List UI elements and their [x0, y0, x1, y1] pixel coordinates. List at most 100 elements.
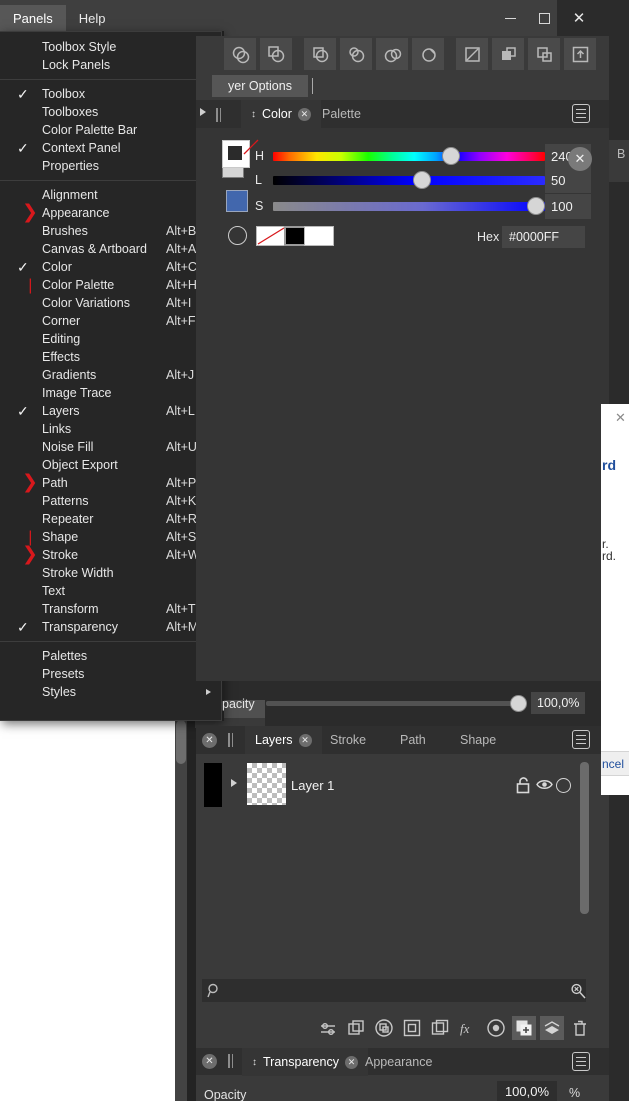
mask-icon[interactable]: [372, 1016, 396, 1040]
menu-item-links[interactable]: Links: [0, 420, 221, 438]
floating-close-icon[interactable]: ✕: [568, 147, 592, 171]
menu-item-repeater[interactable]: Repeater Alt+R: [0, 510, 221, 528]
tab-shape[interactable]: Shape: [450, 726, 506, 754]
lightness-slider-thumb[interactable]: [412, 171, 431, 189]
menu-item-effects[interactable]: Effects: [0, 348, 221, 366]
menu-item-transform[interactable]: Transform Alt+T: [0, 600, 221, 618]
tab-transparency[interactable]: ↕ Transparency ✕: [242, 1048, 368, 1076]
menu-item-gradients[interactable]: Gradients Alt+J: [0, 366, 221, 384]
chevron-right-icon[interactable]: [200, 108, 206, 116]
lightness-value-field[interactable]: 50: [545, 168, 591, 193]
menu-help[interactable]: Help: [66, 5, 119, 31]
export-icon[interactable]: [564, 38, 596, 70]
exclude-icon[interactable]: [340, 38, 372, 70]
bring-forward-icon[interactable]: [492, 38, 524, 70]
transparency-panel-close-icon[interactable]: ✕: [202, 1054, 217, 1069]
fx-icon[interactable]: fx: [456, 1016, 480, 1040]
unite-icon[interactable]: [224, 38, 256, 70]
layer-thumbnail[interactable]: [247, 763, 286, 805]
eye-visible-icon[interactable]: [536, 778, 553, 791]
tab-color-close-icon[interactable]: ✕: [297, 107, 311, 121]
menu-item-patterns[interactable]: Patterns Alt+K: [0, 492, 221, 510]
menu-item-color[interactable]: ✓ Color Alt+C: [0, 258, 221, 276]
menu-item-color-palette[interactable]: ❘ Color Palette Alt+H: [0, 276, 221, 294]
document-canvas[interactable]: [0, 718, 196, 1101]
tab-layers-close-icon[interactable]: ✕: [298, 733, 312, 747]
menu-item-stroke[interactable]: ❯ Stroke Alt+W: [0, 545, 221, 564]
none-swatch[interactable]: [256, 226, 286, 246]
adjustment-icon[interactable]: [484, 1016, 508, 1040]
unlock-icon[interactable]: [515, 777, 531, 794]
menu-item-stroke-width[interactable]: Stroke Width: [0, 564, 221, 582]
tab-color[interactable]: ↕ Color ✕: [241, 100, 321, 128]
menu-item-presets[interactable]: Presets: [0, 665, 221, 683]
panels-dropdown-menu[interactable]: Toolbox Style Lock Panels ✓ Toolbox Toolboxe…: [0, 31, 222, 721]
menu-item-noise-fill[interactable]: Noise Fill Alt+U: [0, 438, 221, 456]
menu-item-lock-panels[interactable]: Lock Panels: [0, 56, 221, 74]
layer-options-tab[interactable]: yer Options: [212, 75, 308, 97]
send-backward-icon[interactable]: [528, 38, 560, 70]
panel-menu-icon[interactable]: [572, 104, 592, 124]
color-opacity-slider-thumb[interactable]: [510, 695, 527, 712]
tab-layers[interactable]: Layers ✕: [245, 726, 322, 754]
menu-item-toolbox[interactable]: ✓ Toolbox: [0, 85, 221, 103]
white-swatch[interactable]: [304, 226, 334, 246]
saturation-slider-track[interactable]: [273, 202, 545, 211]
menu-item-transparency[interactable]: ✓ Transparency Alt+M: [0, 618, 221, 636]
group-layers-icon[interactable]: [540, 1016, 564, 1040]
layer-target-circle-icon[interactable]: [556, 778, 571, 793]
duplicate-layer-icon[interactable]: [344, 1016, 368, 1040]
menu-item-canvas-artboard[interactable]: Canvas & Artboard Alt+A: [0, 240, 221, 258]
menu-item-appearance[interactable]: ❯ Appearance: [0, 203, 221, 222]
layers-panel-menu-icon[interactable]: [572, 730, 592, 750]
menu-panels[interactable]: Panels: [0, 5, 66, 31]
dialog-close-icon[interactable]: ✕: [615, 410, 626, 426]
canvas-vertical-scrollbar[interactable]: [175, 718, 187, 1101]
tab-appearance[interactable]: Appearance: [355, 1048, 442, 1076]
menu-item-brushes[interactable]: Brushes Alt+B: [0, 222, 221, 240]
menu-item-toolbox-style[interactable]: Toolbox Style: [0, 38, 221, 56]
merge-icon[interactable]: [412, 38, 444, 70]
layer-name-label[interactable]: Layer 1: [291, 778, 334, 793]
insert-inside-icon[interactable]: [400, 1016, 424, 1040]
transparency-panel-menu-icon[interactable]: [572, 1052, 592, 1072]
transparency-panel-drag-grip[interactable]: [228, 1054, 235, 1068]
menu-item-image-trace[interactable]: Image Trace: [0, 384, 221, 402]
saturation-value-field[interactable]: 100: [545, 194, 591, 219]
add-layer-icon[interactable]: [512, 1016, 536, 1040]
tab-palette[interactable]: Palette: [312, 100, 371, 128]
subtract-icon[interactable]: [260, 38, 292, 70]
delete-layer-icon[interactable]: [568, 1016, 592, 1040]
menu-item-palettes[interactable]: Palettes: [0, 647, 221, 665]
lightness-slider-track[interactable]: [273, 176, 545, 185]
menu-item-color-variations[interactable]: Color Variations Alt+I: [0, 294, 221, 312]
intersect-icon[interactable]: [304, 38, 336, 70]
menu-item-layers[interactable]: ✓ Layers Alt+L: [0, 402, 221, 420]
expand-stroke-icon[interactable]: [456, 38, 488, 70]
layers-panel-drag-grip[interactable]: [228, 733, 235, 747]
menu-item-corner[interactable]: Corner Alt+F: [0, 312, 221, 330]
menu-item-toolboxes[interactable]: Toolboxes: [0, 103, 221, 121]
dialog-cancel-button[interactable]: ncel: [602, 757, 624, 771]
divide-icon[interactable]: [376, 38, 408, 70]
search-input[interactable]: [202, 979, 586, 1002]
color-opacity-value[interactable]: 100,0%: [531, 692, 585, 714]
transparency-opacity-value[interactable]: 100,0%: [497, 1081, 557, 1101]
close-icon[interactable]: ✕: [556, 0, 602, 36]
layers-scrollbar-thumb[interactable]: [580, 762, 589, 914]
menu-item-properties[interactable]: Properties: [0, 157, 221, 175]
menu-item-context-panel[interactable]: ✓ Context Panel: [0, 139, 221, 157]
hue-slider-track[interactable]: [273, 152, 545, 161]
menu-item-color-palette-bar[interactable]: Color Palette Bar: [0, 121, 221, 139]
layer-settings-icon[interactable]: [316, 1016, 340, 1040]
search-clear-icon[interactable]: [570, 983, 586, 999]
menu-item-styles[interactable]: Styles: [0, 683, 221, 701]
color-opacity-slider-track[interactable]: [266, 701, 524, 706]
menu-item-editing[interactable]: Editing: [0, 330, 221, 348]
chevron-right-icon[interactable]: [231, 779, 237, 787]
menu-item-text[interactable]: Text: [0, 582, 221, 600]
layers-panel-close-icon[interactable]: ✕: [202, 733, 217, 748]
current-color-swatch[interactable]: [226, 190, 248, 212]
menu-item-path[interactable]: ❯ Path Alt+P: [0, 473, 221, 492]
color-panel-drag-grip[interactable]: [216, 108, 223, 122]
